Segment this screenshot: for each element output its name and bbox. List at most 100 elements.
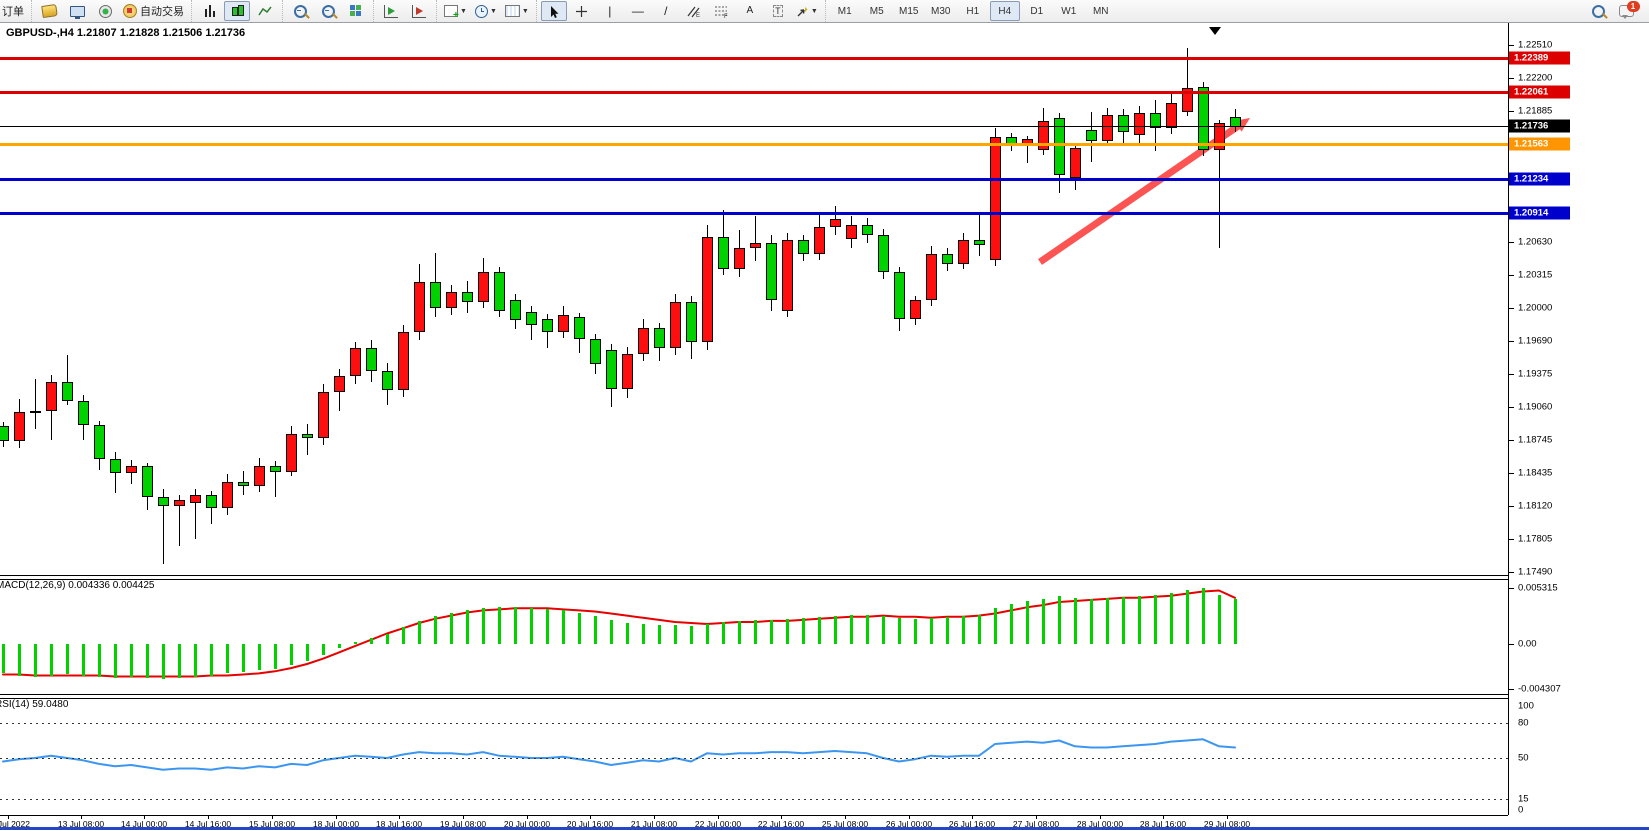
- timeframe-H4[interactable]: H4: [990, 1, 1020, 21]
- bar-chart-button[interactable]: [196, 1, 222, 21]
- market-watch-button[interactable]: [64, 1, 90, 21]
- price-level-line: [0, 143, 1508, 146]
- timeframe-W1[interactable]: W1: [1054, 1, 1084, 21]
- timeframe-M15[interactable]: M15: [894, 1, 924, 21]
- macd-histogram-bar: [1154, 595, 1157, 644]
- x-axis-label: 22 Jul 00:00: [695, 819, 741, 829]
- zoom-in-button[interactable]: [287, 1, 313, 21]
- periods-button[interactable]: ▼: [472, 1, 500, 21]
- price-axis-line: [1508, 23, 1509, 815]
- candle-body: [974, 240, 985, 245]
- y-axis-tick: [1509, 572, 1514, 573]
- auto-scroll-button[interactable]: [378, 1, 404, 21]
- equidistant-channel-button[interactable]: E: [681, 1, 707, 21]
- candle-body: [222, 482, 233, 508]
- toolbar-right: 1: [1584, 1, 1649, 21]
- price-badge: 1.22061: [1509, 86, 1570, 99]
- candle-body: [318, 392, 329, 437]
- macd-histogram-bar: [546, 609, 549, 644]
- x-axis-label: 20 Jul 00:00: [504, 819, 550, 829]
- candle-body: [542, 319, 553, 332]
- macd-histogram-bar: [514, 607, 517, 644]
- line-chart-button[interactable]: [252, 1, 278, 21]
- macd-histogram-bar: [786, 619, 789, 644]
- search-button[interactable]: [1585, 1, 1611, 21]
- candle-body: [686, 302, 697, 342]
- macd-histogram-bar: [274, 644, 277, 669]
- macd-histogram-bar: [562, 610, 565, 644]
- candle-body: [622, 354, 633, 390]
- y-axis-tick: [1509, 407, 1514, 408]
- x-axis-label: 26 Jul 00:00: [886, 819, 932, 829]
- trendline-button[interactable]: /: [653, 1, 679, 21]
- y-axis-label: 1.18745: [1518, 435, 1552, 446]
- timeframe-M5[interactable]: M5: [862, 1, 892, 21]
- candle-body: [1198, 87, 1209, 150]
- candle-body: [638, 328, 649, 353]
- candle-body: [798, 240, 809, 254]
- new-chart-button[interactable]: +▼: [441, 1, 470, 21]
- timeframe-M1[interactable]: M1: [830, 1, 860, 21]
- macd-histogram-bar: [482, 608, 485, 644]
- zoom-out-button[interactable]: [315, 1, 341, 21]
- order-button[interactable]: 订单: [0, 1, 27, 21]
- macd-histogram-bar: [322, 644, 325, 655]
- macd-histogram-bar: [1170, 593, 1173, 644]
- order-button-label: 订单: [2, 3, 24, 19]
- timeframe-D1[interactable]: D1: [1022, 1, 1052, 21]
- new-order-book-icon: [41, 4, 58, 18]
- candle-body: [366, 348, 377, 371]
- fibonacci-button[interactable]: F: [709, 1, 735, 21]
- chart-shift-button[interactable]: [406, 1, 432, 21]
- templates-button[interactable]: ▼: [502, 1, 532, 21]
- tile-windows-button[interactable]: [343, 1, 369, 21]
- auto-trading-button[interactable]: 自动交易: [120, 1, 187, 21]
- equidistant-channel-icon: E: [686, 5, 701, 18]
- tile-windows-icon: [350, 5, 362, 17]
- auto-scroll-icon: [384, 5, 398, 18]
- y-axis-label: 1.19060: [1518, 402, 1552, 413]
- y-axis-tick: [1509, 440, 1514, 441]
- text-button[interactable]: A: [737, 1, 763, 21]
- candle-body: [814, 227, 825, 254]
- timeframe-H1[interactable]: H1: [958, 1, 988, 21]
- macd-histogram-bar: [210, 644, 213, 676]
- candlestick-chart-button[interactable]: [224, 1, 250, 21]
- candle-body: [142, 466, 153, 497]
- text-label-button[interactable]: T: [765, 1, 791, 21]
- price-badge: 1.20914: [1509, 207, 1570, 220]
- candle-body: [910, 300, 921, 319]
- rsi-level-line: [0, 758, 1509, 759]
- toolbar-group-order: 订单: [0, 0, 31, 22]
- x-axis-label: 15 Jul 08:00: [249, 819, 295, 829]
- macd-histogram-bar: [66, 644, 69, 674]
- rsi-level-line: [0, 723, 1509, 724]
- arrows-button[interactable]: ▼: [793, 1, 821, 21]
- zoom-out-icon: [322, 5, 335, 18]
- candlestick-chart-icon: [231, 5, 244, 17]
- timeframe-M30[interactable]: M30: [926, 1, 956, 21]
- candle-body: [1134, 113, 1145, 135]
- macd-histogram-bar: [226, 644, 229, 673]
- notifications-button[interactable]: 1: [1613, 1, 1639, 21]
- new-order-button[interactable]: [36, 1, 62, 21]
- timeframe-MN[interactable]: MN: [1086, 1, 1116, 21]
- macd-histogram-bar: [2, 644, 5, 673]
- macd-histogram-bar: [1058, 596, 1061, 644]
- macd-histogram-bar: [626, 623, 629, 644]
- candle-body: [526, 312, 537, 326]
- candle-body: [590, 339, 601, 364]
- crosshair-button[interactable]: [569, 1, 595, 21]
- y-axis-tick: [1509, 341, 1514, 342]
- cursor-button[interactable]: [541, 1, 567, 21]
- vertical-line-button[interactable]: |: [597, 1, 623, 21]
- candle-body: [1086, 130, 1097, 140]
- macd-axis-label: 0.005315: [1518, 583, 1558, 594]
- macd-histogram-bar: [402, 627, 405, 644]
- horizontal-line-button[interactable]: —: [625, 1, 651, 21]
- macd-histogram-bar: [690, 626, 693, 644]
- signal-button[interactable]: [92, 1, 118, 21]
- macd-histogram-bar: [354, 642, 357, 644]
- candle-body: [990, 137, 1001, 260]
- macd-histogram-bar: [18, 644, 21, 676]
